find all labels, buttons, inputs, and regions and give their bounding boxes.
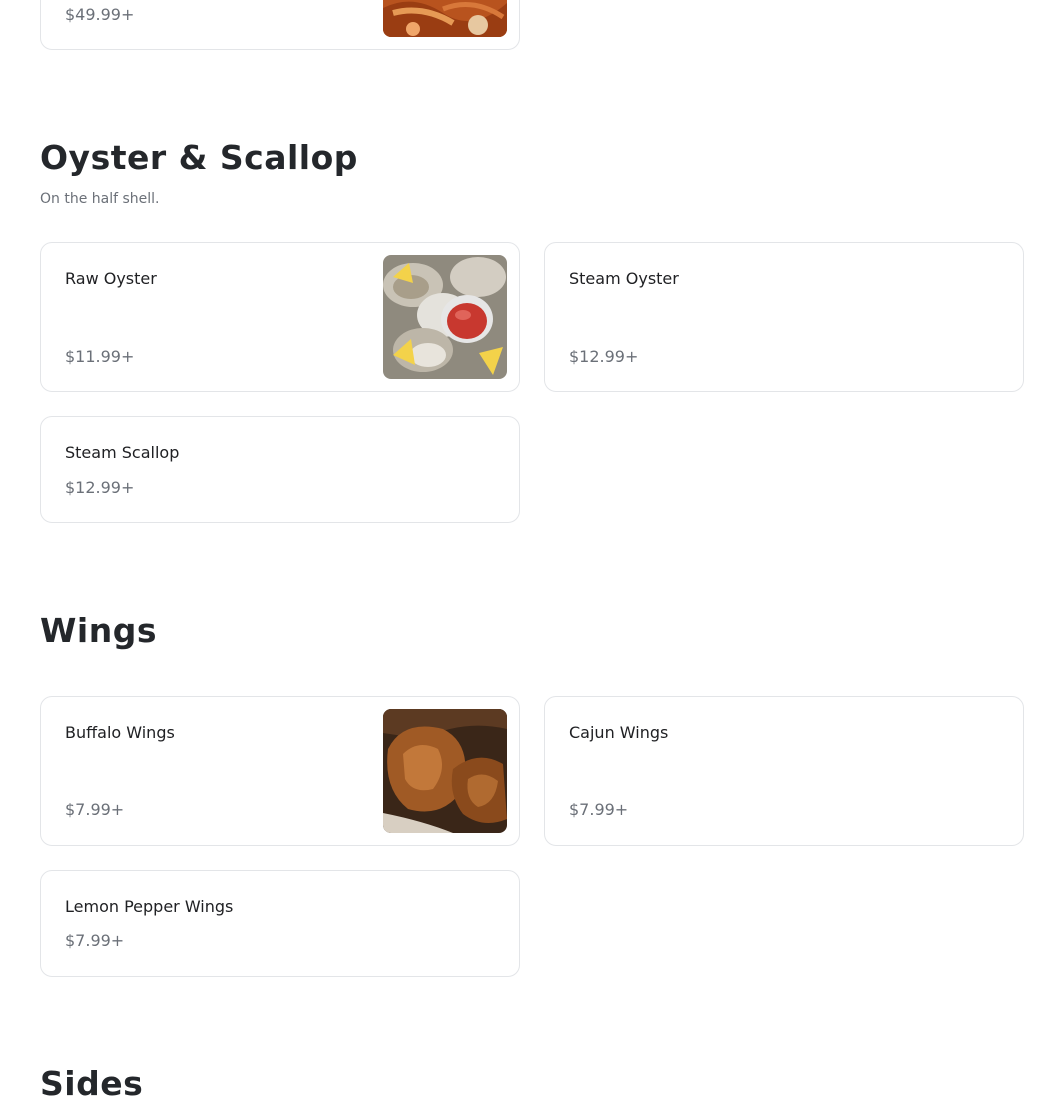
menu-item-card[interactable]: $49.99+ [40, 0, 520, 50]
fried-wings-photo-icon [383, 709, 507, 833]
item-name: Buffalo Wings [65, 723, 175, 742]
section-title-oyster-scallop: Oyster & Scallop [40, 138, 358, 177]
section-title-sides: Sides [40, 1064, 144, 1098]
item-name: Raw Oyster [65, 269, 157, 288]
item-name: Cajun Wings [569, 723, 669, 742]
raw-oyster-photo-icon [383, 255, 507, 379]
menu-page: $49.99+ Oyster & Scallop On the half she… [0, 0, 1044, 1098]
item-price: $7.99+ [65, 800, 125, 819]
item-name: Steam Oyster [569, 269, 679, 288]
item-name: Steam Scallop [65, 443, 180, 462]
menu-item-card-steam-oyster[interactable]: Steam Oyster $12.99+ [544, 242, 1024, 392]
menu-item-card-cajun-wings[interactable]: Cajun Wings $7.99+ [544, 696, 1024, 846]
item-price: $12.99+ [569, 347, 639, 366]
section-description: On the half shell. [40, 191, 160, 207]
section-title-wings: Wings [40, 611, 157, 650]
item-price: $7.99+ [65, 931, 125, 950]
menu-item-card-steam-scallop[interactable]: Steam Scallop $12.99+ [40, 416, 520, 523]
menu-item-card-raw-oyster[interactable]: Raw Oyster $11.99+ [40, 242, 520, 392]
item-name: Lemon Pepper Wings [65, 897, 234, 916]
item-price: $7.99+ [569, 800, 629, 819]
menu-item-card-buffalo-wings[interactable]: Buffalo Wings $7.99+ [40, 696, 520, 846]
item-price: $12.99+ [65, 478, 135, 497]
crab-legs-photo-icon [383, 0, 507, 37]
item-price: $49.99+ [65, 5, 135, 24]
item-price: $11.99+ [65, 347, 135, 366]
menu-item-card-lemon-pepper-wings[interactable]: Lemon Pepper Wings $7.99+ [40, 870, 520, 977]
